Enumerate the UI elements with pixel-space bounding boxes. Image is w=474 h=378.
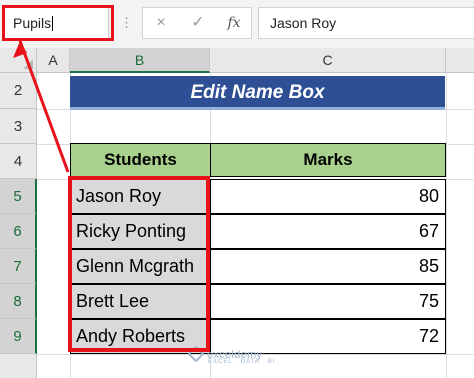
row-header-2[interactable]: 2 [0, 73, 37, 109]
row-header-10[interactable] [0, 354, 37, 378]
cell-mark[interactable]: 75 [210, 284, 446, 319]
cancel-icon[interactable]: × [143, 8, 179, 38]
enter-icon[interactable]: ✓ [180, 8, 216, 38]
column-header-b[interactable]: B [70, 48, 210, 73]
formula-buttons: × ✓ fx [142, 7, 252, 39]
select-all-triangle-icon [23, 59, 33, 69]
name-box-highlight [2, 5, 114, 41]
header-students[interactable]: Students [70, 143, 211, 177]
row-header-8[interactable]: 8 [0, 284, 37, 319]
row-header-9[interactable]: 9 [0, 319, 37, 354]
row-header-3[interactable]: 3 [0, 109, 37, 144]
select-all-button[interactable] [0, 48, 37, 73]
insert-function-icon[interactable]: fx [216, 8, 252, 38]
row-header-4[interactable]: 4 [0, 144, 37, 179]
watermark-tagline: EXCEL · DATA · BI [208, 359, 276, 365]
row-header-6[interactable]: 6 [0, 214, 37, 249]
cell-mark[interactable]: 80 [210, 179, 446, 214]
row-header-7[interactable]: 7 [0, 249, 37, 284]
cell-mark[interactable]: 85 [210, 249, 446, 284]
column-header-a[interactable]: A [37, 48, 70, 73]
range-highlight [68, 176, 210, 352]
formula-input[interactable]: Jason Roy [258, 7, 474, 39]
more-options-icon[interactable]: ⋮ [120, 13, 133, 33]
column-header-c[interactable]: C [210, 48, 446, 73]
cell-mark[interactable]: 67 [210, 214, 446, 249]
gridline [446, 73, 447, 378]
row-header-5[interactable]: 5 [0, 179, 37, 214]
sheet-title[interactable]: Edit Name Box [70, 76, 445, 110]
header-marks[interactable]: Marks [210, 143, 446, 177]
column-header-d[interactable] [446, 48, 474, 73]
